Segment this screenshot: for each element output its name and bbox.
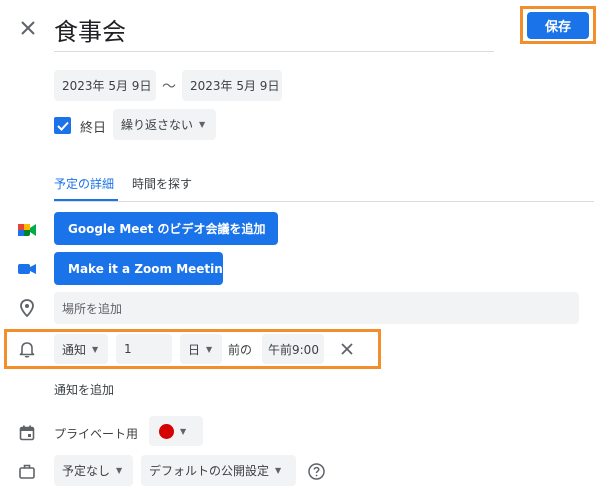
chevron-down-icon: ▼ [206,344,213,354]
date-separator: 〜 [162,79,176,95]
notification-amount-input[interactable]: 1 [116,334,172,364]
tab-find-time[interactable]: 時間を探す [132,175,192,192]
close-icon [21,21,35,35]
title-underline [54,51,494,52]
visibility-dropdown[interactable]: デフォルトの公開設定 ▼ [141,455,296,486]
bell-icon [17,339,37,359]
google-meet-icon [17,220,37,240]
notification-unit-dropdown[interactable]: 日 ▼ [180,334,222,364]
add-zoom-meeting-button[interactable]: Make it a Zoom Meeting [54,252,231,285]
close-icon [341,343,353,355]
notification-type-dropdown[interactable]: 通知 ▼ [54,334,108,364]
repeat-value: 繰り返さない [121,118,194,132]
chevron-down-icon: ▼ [275,466,282,475]
chevron-down-icon: ▼ [180,426,187,436]
busy-status-value: 予定なし [62,464,111,478]
visibility-value: デフォルトの公開設定 [149,464,270,478]
calendar-color-dropdown[interactable]: ▼ [149,416,203,446]
notification-before-label: 前の [228,343,253,357]
chevron-down-icon: ▼ [92,344,99,354]
notification-type-value: 通知 [62,342,87,357]
chevron-down-icon: ▼ [116,466,123,475]
location-pin-icon [17,298,37,318]
notification-time-field[interactable]: 午前9:00 [262,334,324,364]
add-google-meet-button[interactable]: Google Meet のビデオ会議を追加 [54,212,278,245]
all-day-checkbox[interactable] [54,117,71,134]
close-button[interactable] [14,14,42,42]
busy-status-dropdown[interactable]: 予定なし ▼ [54,455,133,486]
location-input[interactable]: 場所を追加 [54,292,579,324]
calendar-icon [17,423,37,443]
chevron-down-icon: ▼ [199,120,206,129]
calendar-name: プライベート用 [54,427,139,441]
help-button[interactable] [306,461,326,481]
all-day-label: 終日 [80,121,107,136]
event-title-input[interactable]: 食事会 [54,12,126,47]
start-date-field[interactable]: 2023年 5月 9日 [54,70,156,101]
checkmark-icon [56,121,69,131]
briefcase-icon [17,461,37,481]
tab-event-details[interactable]: 予定の詳細 [54,175,114,192]
repeat-dropdown[interactable]: 繰り返さない ▼ [113,109,216,140]
zoom-icon [17,259,37,279]
help-icon [307,462,325,480]
calendar-color-swatch [159,423,174,439]
notification-unit-value: 日 [188,342,201,357]
save-button[interactable]: 保存 [527,12,589,39]
end-date-field[interactable]: 2023年 5月 9日 [182,70,282,101]
remove-notification-button[interactable] [337,339,357,359]
tabs-divider [54,201,594,202]
add-notification-link[interactable]: 通知を追加 [54,381,114,398]
